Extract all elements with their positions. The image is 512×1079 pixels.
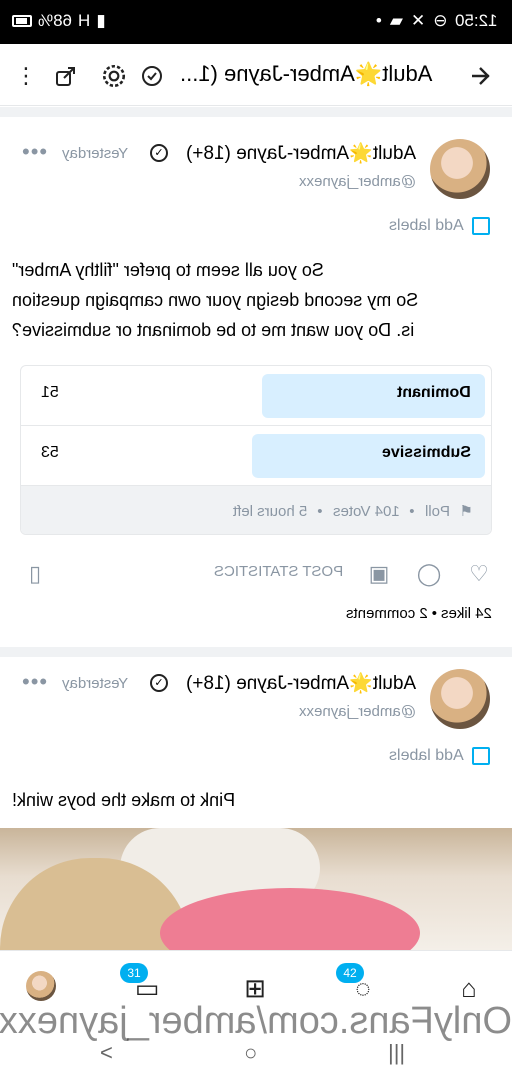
poll-option-label: Submissive — [382, 444, 471, 461]
poll-option-submissive[interactable]: Submissive 53 — [21, 426, 491, 486]
creator-handle[interactable]: @amber_jaynexx — [299, 703, 416, 720]
dot-separator: • — [431, 605, 437, 622]
like-heart-icon[interactable]: ♡ — [466, 561, 492, 587]
dot-separator: • — [409, 502, 415, 520]
add-labels-button[interactable]: Add labels — [389, 747, 490, 765]
poll-footer: 5 hours left • 104 Votes • Poll ⚑ — [21, 486, 491, 534]
post-media-image[interactable] — [0, 828, 512, 950]
system-recents-icon[interactable]: ||| — [388, 1040, 405, 1066]
creator-name[interactable]: Adult🌟Amber-Jayne (18+) — [186, 671, 416, 695]
clock: 12:50 — [455, 11, 498, 30]
poll-option-count: 53 — [41, 444, 59, 461]
comment-bubble-icon[interactable]: ◯ — [416, 561, 442, 587]
creator-handle[interactable]: @amber_jaynexx — [299, 173, 416, 190]
dnd-icon: ⊖ — [433, 11, 448, 30]
verified-icon — [138, 62, 166, 90]
poll-option-count: 51 — [41, 384, 59, 401]
post-more-icon[interactable]: ••• — [22, 669, 48, 695]
post-card: Adult🌟Amber-Jayne (18+) @amber_jaynexx ✓… — [0, 117, 512, 647]
post-text-line: Pink to make the boys wink! — [12, 790, 236, 810]
system-home-icon[interactable]: ○ — [244, 1040, 257, 1066]
system-navigation: < ○ ||| — [0, 1040, 512, 1079]
notifications-badge: 42 — [336, 963, 364, 983]
avatar[interactable] — [430, 139, 490, 199]
battery-level: 68% — [38, 11, 73, 30]
poll-option-label: Dominant — [397, 384, 471, 401]
back-arrow-icon[interactable] — [466, 62, 494, 90]
poll-votes: 104 Votes — [332, 502, 400, 520]
poll-time-left: 5 hours left — [233, 502, 308, 520]
poll: Dominant 51 Submissive 53 5 hours left •… — [20, 365, 492, 535]
likes-count[interactable]: 24 likes — [441, 605, 492, 622]
post-text-line: So my second design your own campaign qu… — [12, 290, 419, 310]
post-text: So you all seem to prefer "filthy Amber"… — [12, 255, 492, 345]
poll-option-dominant[interactable]: Dominant 51 — [21, 366, 491, 426]
message-icon: ▰ — [389, 11, 403, 30]
status-bar: 68% H ▮ • ▰ ✕ ⊖ 12:50 — [0, 0, 512, 44]
post-actions: ♡ ◯ ▣ POST STATISTICS ▯ — [0, 553, 512, 593]
add-labels-text: Add labels — [389, 747, 464, 764]
share-icon[interactable] — [52, 62, 80, 90]
add-labels-text: Add labels — [389, 217, 464, 234]
settings-gear-icon[interactable] — [100, 62, 128, 90]
notification-dot-icon: • — [375, 11, 382, 30]
add-labels-button[interactable]: Add labels — [389, 217, 490, 235]
top-bar: Adult🌟Amber-Jayne (1... ⋮ — [0, 44, 512, 106]
post-statistics-button[interactable]: POST STATISTICS — [214, 563, 343, 580]
label-icon — [472, 217, 490, 235]
post-card: Adult🌟Amber-Jayne (18+) @amber_jaynexx ✓… — [0, 657, 512, 828]
post-engagement: 2 comments • 24 likes — [346, 605, 492, 622]
tip-icon[interactable]: ▣ — [366, 561, 392, 587]
post-time: Yesterday — [62, 675, 129, 692]
profile-avatar-tab[interactable] — [26, 971, 56, 1001]
poll-type: Poll — [424, 502, 450, 520]
battery-icon — [12, 15, 32, 27]
post-text-line: So you all seem to prefer "filthy Amber" — [12, 260, 324, 280]
messages-badge: 31 — [120, 963, 148, 983]
network-type: H — [78, 11, 91, 30]
poll-flag-icon: ⚑ — [459, 503, 473, 520]
verified-icon: ✓ — [150, 674, 168, 692]
dot-separator: • — [317, 502, 323, 520]
bookmark-icon[interactable]: ▯ — [22, 561, 48, 587]
post-text-line: is. Do you want me to be dominant or sub… — [12, 320, 415, 340]
more-dots-icon[interactable]: ⋮ — [12, 62, 40, 90]
system-back-icon[interactable]: < — [100, 1040, 113, 1066]
profile-title: Adult🌟Amber-Jayne (1... — [180, 61, 433, 86]
watermark: OnlyFans.com/amber_jaynexx — [0, 1000, 512, 1042]
verified-icon: ✓ — [150, 144, 168, 162]
divider — [0, 107, 512, 117]
post-statistics-label: POST STATISTICS — [214, 563, 344, 580]
post-time: Yesterday — [62, 145, 129, 162]
post-text: Pink to make the boys wink! — [12, 785, 492, 815]
signal-icon: ▮ — [96, 11, 106, 30]
avatar[interactable] — [430, 669, 490, 729]
comments-count[interactable]: 2 comments — [346, 605, 428, 622]
label-icon — [472, 747, 490, 765]
creator-name[interactable]: Adult🌟Amber-Jayne (18+) — [186, 141, 416, 165]
missed-call-icon: ✕ — [410, 11, 426, 30]
post-more-icon[interactable]: ••• — [22, 139, 48, 165]
divider — [0, 647, 512, 657]
